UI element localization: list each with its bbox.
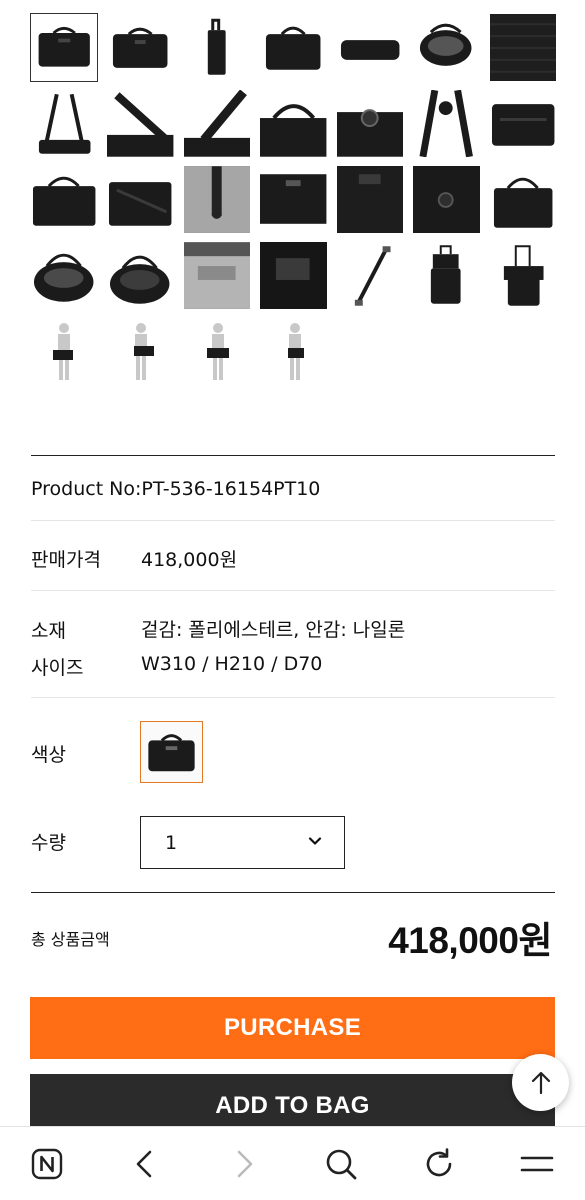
add-to-bag-button[interactable]: ADD TO BAG — [30, 1074, 555, 1128]
thumbnail-16[interactable] — [107, 166, 174, 233]
thumbnail-9[interactable] — [107, 90, 174, 157]
size-label: 사이즈 — [31, 657, 84, 679]
price-label: 판매가격 — [31, 549, 101, 571]
forward-button[interactable] — [224, 1144, 264, 1184]
thumbnail-2[interactable] — [107, 14, 174, 81]
color-swatch-black[interactable] — [140, 721, 203, 783]
purchase-button[interactable]: PURCHASE — [30, 997, 555, 1059]
menu-button[interactable] — [517, 1144, 557, 1184]
quantity-select[interactable]: 1 — [140, 816, 345, 869]
thumbnail-14[interactable] — [489, 90, 556, 157]
naver-home-icon — [31, 1148, 63, 1180]
material-label: 소재 — [31, 620, 66, 642]
browser-toolbar — [0, 1126, 585, 1200]
refresh-button[interactable] — [419, 1144, 459, 1184]
scroll-top-button[interactable] — [512, 1054, 569, 1111]
thumbnail-28[interactable] — [489, 242, 556, 309]
quantity-value: 1 — [165, 832, 178, 854]
thumbnail-6[interactable] — [413, 14, 480, 81]
thumbnail-15[interactable] — [31, 166, 98, 233]
product-number: Product No:PT-536-16154PT10 — [31, 478, 320, 500]
thumbnail-31[interactable] — [185, 318, 252, 385]
divider — [31, 892, 555, 893]
chevron-down-icon — [308, 837, 322, 845]
thumbnail-25[interactable] — [260, 242, 327, 309]
thumbnail-24[interactable] — [183, 242, 251, 309]
material-value: 겉감: 폴리에스테르, 안감: 나일론 — [141, 619, 406, 641]
search-icon — [326, 1149, 357, 1180]
thumbnail-4[interactable] — [260, 14, 327, 81]
thumbnail-27[interactable] — [413, 242, 480, 309]
thumbnail-20[interactable] — [413, 166, 480, 233]
thumbnail-26[interactable] — [336, 242, 404, 309]
total-amount: 418,000원 — [388, 920, 552, 961]
product-number-label: Product No: — [31, 478, 142, 500]
thumbnail-23[interactable] — [107, 242, 174, 309]
arrow-up-icon — [531, 1071, 550, 1094]
thumbnail-8[interactable] — [31, 90, 98, 157]
thumbnail-5[interactable] — [336, 14, 404, 81]
home-button[interactable] — [27, 1144, 67, 1184]
product-number-value: PT-536-16154PT10 — [141, 478, 321, 500]
thumbnail-30[interactable] — [108, 318, 175, 385]
search-button[interactable] — [321, 1144, 361, 1184]
color-label: 색상 — [31, 744, 66, 766]
divider — [31, 697, 555, 698]
price-value: 418,000원 — [141, 549, 238, 571]
forward-arrow-icon — [237, 1150, 253, 1178]
product-image-gallery — [29, 13, 556, 394]
menu-icon — [520, 1156, 554, 1172]
thumbnail-11[interactable] — [260, 90, 327, 157]
refresh-icon — [426, 1148, 452, 1177]
thumbnail-32[interactable] — [262, 318, 329, 385]
total-label: 총 상품금액 — [31, 930, 110, 949]
thumbnail-1[interactable] — [29, 13, 99, 82]
quantity-label: 수량 — [31, 832, 66, 854]
divider — [31, 455, 555, 456]
thumbnail-17[interactable] — [183, 166, 251, 233]
thumbnail-29[interactable] — [31, 318, 98, 385]
thumbnail-18[interactable] — [260, 166, 327, 233]
back-arrow-icon — [136, 1150, 152, 1178]
back-button[interactable] — [125, 1144, 165, 1184]
thumbnail-7[interactable] — [489, 14, 556, 81]
thumbnail-3[interactable] — [183, 14, 251, 81]
divider — [31, 590, 555, 591]
thumbnail-13[interactable] — [413, 90, 480, 157]
thumbnail-19[interactable] — [336, 166, 404, 233]
thumbnail-12[interactable] — [336, 90, 404, 157]
thumbnail-10[interactable] — [183, 90, 251, 157]
thumbnail-21[interactable] — [489, 166, 556, 233]
thumbnail-22[interactable] — [31, 242, 98, 309]
size-value: W310 / H210 / D70 — [141, 653, 323, 675]
divider — [31, 520, 555, 521]
